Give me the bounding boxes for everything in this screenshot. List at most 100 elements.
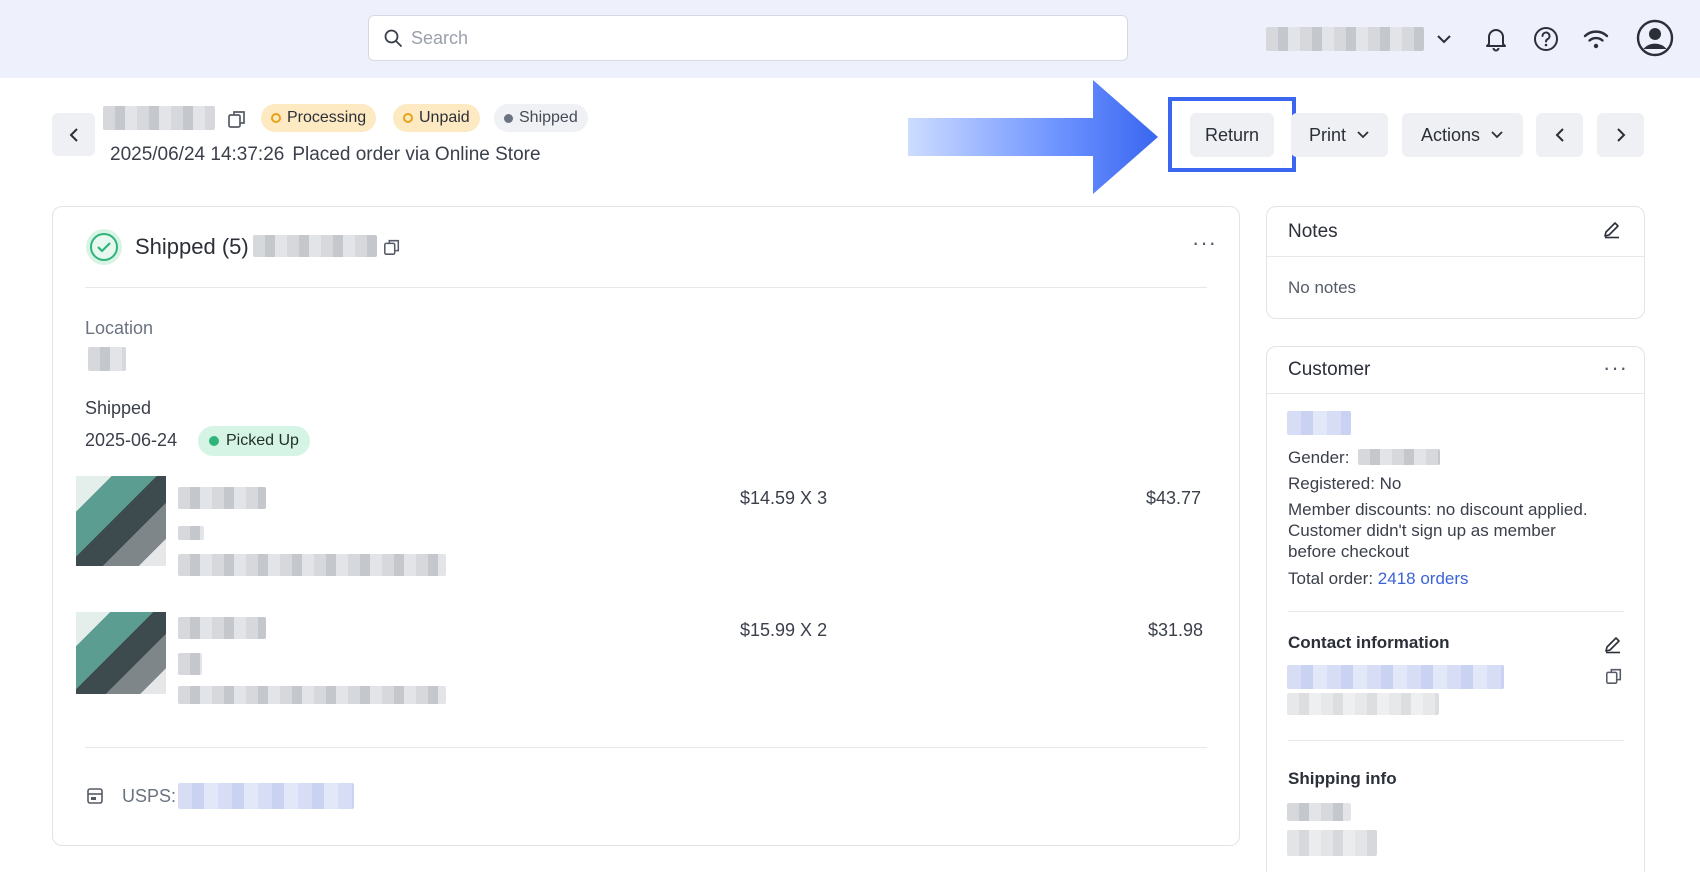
search-box[interactable] — [368, 15, 1128, 61]
help-button[interactable] — [1531, 24, 1561, 54]
connection-status[interactable] — [1581, 24, 1611, 54]
search-icon — [384, 29, 402, 47]
product-variant — [178, 653, 202, 675]
print-button[interactable]: Print — [1291, 113, 1388, 157]
print-label: Print — [1308, 124, 1346, 145]
copy-icon — [228, 111, 245, 128]
copy-shipment-id-button[interactable] — [382, 237, 402, 257]
product-sku — [178, 686, 446, 704]
user-menu-button[interactable] — [1636, 19, 1674, 57]
order-timestamp: 2025/06/24 14:37:26 — [110, 144, 285, 165]
customer-title: Customer — [1288, 359, 1371, 380]
return-button[interactable]: Return — [1190, 113, 1274, 157]
next-order-button[interactable] — [1597, 113, 1644, 157]
product-thumbnail — [76, 612, 166, 694]
edit-notes-button[interactable] — [1601, 218, 1623, 240]
shipment-id — [253, 235, 377, 257]
wifi-icon — [1583, 30, 1609, 49]
status-label: Processing — [287, 109, 367, 126]
previous-order-button[interactable] — [1536, 113, 1583, 157]
status-badge-shipped: Shipped — [494, 104, 588, 132]
product-thumbnail — [76, 476, 166, 566]
customer-gender: Gender: — [1288, 447, 1349, 468]
item-total: $43.77 — [1146, 488, 1202, 508]
copy-icon — [384, 239, 400, 255]
bell-icon — [1486, 29, 1506, 52]
contact-email-link[interactable] — [1287, 665, 1504, 689]
search-input[interactable] — [411, 27, 1091, 49]
shipment-more-button[interactable]: ··· — [1192, 232, 1217, 254]
chevron-left-icon — [1555, 128, 1564, 142]
status-dot — [271, 113, 281, 123]
actions-label: Actions — [1420, 124, 1481, 145]
order-source: Placed order via Online Store — [292, 144, 541, 165]
status-dot — [209, 436, 219, 446]
actions-button[interactable]: Actions — [1402, 113, 1523, 157]
shipping-name — [1287, 803, 1351, 821]
chevron-right-icon — [1616, 128, 1625, 142]
shipped-status-icon — [86, 229, 122, 265]
location-value — [88, 347, 126, 371]
gender-label: Gender: — [1288, 448, 1350, 467]
order-number — [103, 106, 215, 130]
tracking-icon — [86, 787, 104, 810]
product-name — [178, 487, 266, 509]
copy-contact-button[interactable] — [1604, 666, 1624, 686]
customer-name-link[interactable] — [1287, 411, 1351, 435]
chevron-down-icon — [1490, 130, 1504, 140]
shipping-address — [1287, 830, 1377, 856]
gender-value — [1358, 449, 1440, 465]
status-dot — [504, 113, 513, 123]
help-icon — [1534, 27, 1558, 51]
pencil-icon — [1604, 222, 1619, 239]
chevron-down-icon — [1437, 35, 1451, 44]
shipping-info-title: Shipping info — [1288, 769, 1397, 788]
customer-registered: Registered: No — [1288, 474, 1402, 493]
product-sku — [178, 554, 446, 576]
product-variant — [178, 526, 204, 540]
notes-empty: No notes — [1288, 278, 1357, 297]
pencil-icon — [1605, 637, 1620, 654]
shipment-card — [52, 206, 1240, 846]
item-unit-price: $14.59 X 3 — [740, 488, 828, 508]
order-meta: 2025/06/24 14:37:26 Placed order via Onli… — [110, 144, 541, 166]
location-label: Location — [85, 318, 154, 338]
notification-button[interactable] — [1481, 24, 1511, 54]
chevron-left-icon — [69, 127, 78, 142]
status-badge-unpaid: Unpaid — [393, 104, 480, 132]
shipped-label: Shipped — [85, 398, 152, 418]
back-button[interactable] — [52, 113, 95, 156]
notes-title: Notes — [1288, 221, 1338, 242]
divider — [1267, 256, 1644, 257]
total-order-link[interactable]: 2418 orders — [1378, 569, 1469, 588]
chevron-down-icon — [1356, 130, 1370, 140]
copy-order-number-button[interactable] — [226, 108, 248, 130]
shipped-date: 2025-06-24 — [85, 430, 178, 450]
store-switcher[interactable] — [1266, 26, 1451, 52]
store-name — [1266, 27, 1424, 51]
top-bar — [0, 0, 1700, 78]
edit-contact-button[interactable] — [1602, 633, 1624, 655]
check-icon — [90, 233, 118, 261]
tracking-number-link[interactable] — [178, 783, 354, 809]
picked-up-label: Picked Up — [226, 432, 299, 449]
shipment-title: Shipped (5) — [135, 234, 249, 259]
divider — [1267, 393, 1644, 394]
carrier-label: USPS: — [122, 786, 177, 806]
member-discount-line-2: Customer didn't sign up as member — [1288, 521, 1556, 540]
picked-up-badge: Picked Up — [198, 426, 310, 456]
arrow-annotation — [908, 80, 1158, 194]
customer-more-button[interactable]: ··· — [1603, 357, 1628, 379]
divider — [1288, 611, 1624, 612]
contact-information-title: Contact information — [1288, 633, 1450, 652]
divider — [85, 287, 1207, 288]
status-dot — [403, 113, 413, 123]
divider — [85, 747, 1207, 748]
status-badge-processing: Processing — [261, 104, 377, 132]
contact-phone — [1287, 693, 1439, 715]
member-discount-line-1: Member discounts: no discount applied. — [1288, 500, 1588, 519]
status-label: Unpaid — [419, 109, 470, 126]
item-unit-price: $15.99 X 2 — [740, 620, 828, 640]
total-order-label: Total order: — [1288, 569, 1374, 588]
divider — [1288, 740, 1624, 741]
